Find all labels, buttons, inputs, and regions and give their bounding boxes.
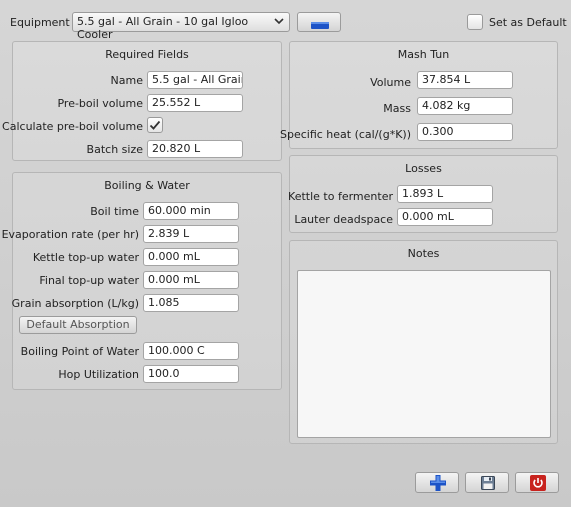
calculate-pre-boil-label: Calculate pre-boil volume [2,120,143,133]
losses-title: Losses [405,162,442,175]
specific-heat-label: Specific heat (cal/(g*K)) [279,128,411,141]
save-button[interactable] [465,472,509,493]
mash-mass-field[interactable]: 4.082 kg [417,97,513,115]
boiling-point-label: Boiling Point of Water [20,345,139,358]
evaporation-rate-label: Evaporation rate (per hr) [1,228,139,241]
pre-boil-volume-label: Pre-boil volume [57,97,143,110]
kettle-to-fermenter-label: Kettle to fermenter [288,190,393,203]
boil-time-field[interactable]: 60.000 min [143,202,239,220]
batch-size-label: Batch size [86,143,143,156]
name-field[interactable]: 5.5 gal - All Grain - [147,71,243,89]
mash-volume-field[interactable]: 37.854 L [417,71,513,89]
pre-boil-volume-field[interactable]: 25.552 L [147,94,243,112]
batch-size-field[interactable]: 20.820 L [147,140,243,158]
default-absorption-button[interactable]: Default Absorption [19,316,137,334]
set-default-label: Set as Default [489,16,567,29]
final-top-up-field[interactable]: 0.000 mL [143,271,239,289]
mash-tun-title: Mash Tun [397,48,450,61]
name-label: Name [110,74,143,87]
plus-icon [430,475,446,494]
calculate-pre-boil-checkbox[interactable] [147,117,163,133]
specific-heat-field[interactable]: 0.300 [417,123,513,141]
minus-icon [311,19,329,32]
chevron-down-icon [274,16,284,29]
equipment-combobox-value: 5.5 gal - All Grain - 10 gal Igloo Coole… [77,15,249,41]
equipment-label: Equipment [10,16,70,29]
equipment-combobox[interactable]: 5.5 gal - All Grain - 10 gal Igloo Coole… [72,12,290,41]
boiling-water-title: Boiling & Water [104,179,190,192]
checkmark-icon [149,119,161,134]
power-icon [530,475,546,494]
notes-title: Notes [407,247,440,260]
equipment-action-button[interactable] [297,12,341,32]
grain-absorption-field[interactable]: 1.085 [143,294,239,312]
kettle-top-up-field[interactable]: 0.000 mL [143,248,239,266]
boil-time-label: Boil time [90,205,139,218]
grain-absorption-label: Grain absorption (L/kg) [11,297,139,310]
notes-textarea[interactable] [297,270,551,438]
floppy-disk-icon [481,476,495,493]
kettle-top-up-label: Kettle top-up water [32,251,139,264]
set-default-checkbox[interactable] [467,14,483,30]
required-fields-title: Required Fields [105,48,189,61]
final-top-up-label: Final top-up water [39,274,139,287]
evaporation-rate-field[interactable]: 2.839 L [143,225,239,243]
lauter-deadspace-field[interactable]: 0.000 mL [397,208,493,226]
mash-mass-label: Mass [383,102,411,115]
new-button[interactable] [415,472,459,493]
boiling-point-field[interactable]: 100.000 C [143,342,239,360]
hop-utilization-label: Hop Utilization [58,368,139,381]
hop-utilization-field[interactable]: 100.0 [143,365,239,383]
kettle-to-fermenter-field[interactable]: 1.893 L [397,185,493,203]
lauter-deadspace-label: Lauter deadspace [294,213,393,226]
mash-volume-label: Volume [370,76,411,89]
close-button[interactable] [515,472,559,493]
